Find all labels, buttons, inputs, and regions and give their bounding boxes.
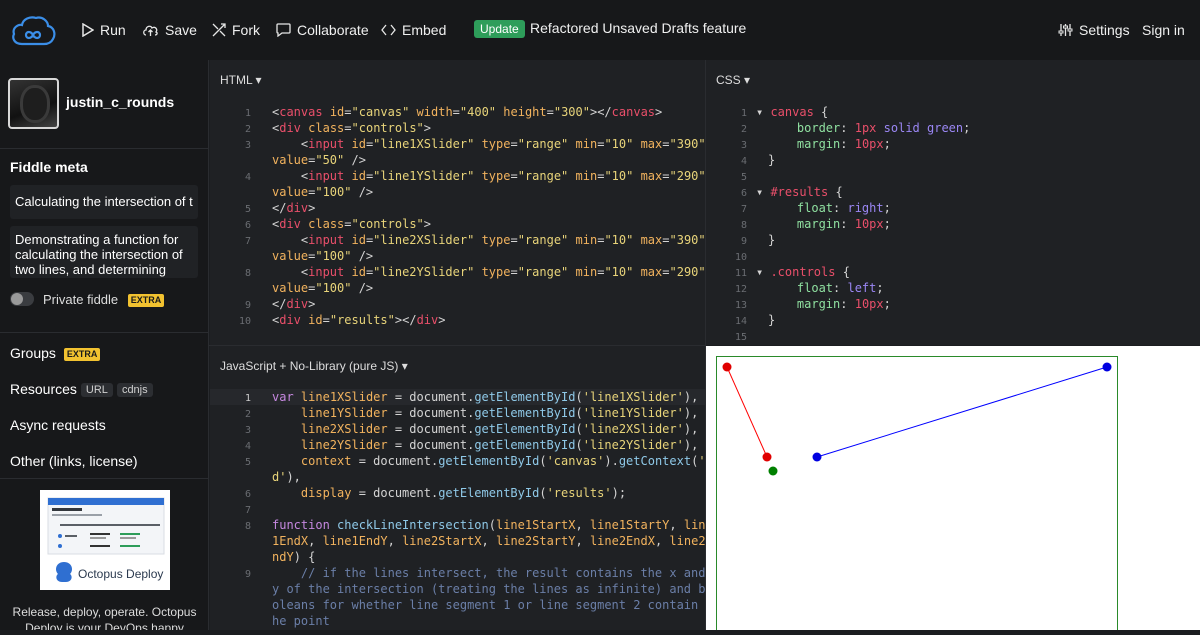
code-brackets-icon <box>381 24 396 36</box>
private-fiddle-toggle[interactable] <box>10 292 34 306</box>
html-editor[interactable]: 1 <canvas id="canvas" width="400" height=… <box>210 104 705 344</box>
css-panel-header[interactable]: CSS ▾ <box>716 73 750 87</box>
run-label: Run <box>100 22 126 38</box>
username[interactable]: justin_c_rounds <box>66 94 174 110</box>
update-announcement[interactable]: Refactored Unsaved Drafts feature <box>530 20 746 36</box>
settings-label: Settings <box>1079 22 1130 38</box>
run-button[interactable]: Run <box>82 0 126 60</box>
fork-button[interactable]: Fork <box>212 0 260 60</box>
js-panel-header[interactable]: JavaScript + No-Library (pure JS) ▾ <box>220 359 408 373</box>
avatar-face <box>23 88 47 120</box>
extra-badge: EXTRA <box>127 294 165 308</box>
fiddle-title-input[interactable]: Calculating the intersection of t <box>10 185 198 219</box>
jsfiddle-logo-icon[interactable] <box>10 14 56 48</box>
extra-badge: EXTRA <box>63 347 101 361</box>
save-label: Save <box>165 22 197 38</box>
collaborate-button[interactable]: Collaborate <box>276 0 369 60</box>
chat-bubble-icon <box>276 23 291 37</box>
ad-text-line: Deploy is your DevOps happy <box>25 621 184 630</box>
fiddle-meta-title: Fiddle meta <box>10 159 88 175</box>
ad-text-line: Release, deploy, operate. Octopus <box>12 605 197 619</box>
ad-image[interactable]: Octopus Deploy <box>40 490 170 590</box>
canvas-border <box>716 356 1118 635</box>
save-button[interactable]: Save <box>142 0 197 60</box>
async-requests-section[interactable]: Async requests <box>10 417 106 433</box>
embed-button[interactable]: Embed <box>381 0 446 60</box>
line2-start-point <box>812 452 822 462</box>
other-section[interactable]: Other (links, license) <box>10 453 138 469</box>
result-canvas[interactable] <box>706 346 1200 635</box>
panel-divider[interactable] <box>209 345 705 346</box>
collaborate-label: Collaborate <box>297 22 369 38</box>
line1-end-point <box>762 452 772 462</box>
sidebar: justin_c_rounds Fiddle meta Calculating … <box>0 60 209 630</box>
cdnjs-pill[interactable]: cdnjs <box>116 383 153 398</box>
divider <box>0 332 208 333</box>
resources-label: Resources <box>10 381 77 397</box>
divider <box>0 478 208 479</box>
line1-start-point <box>722 362 732 372</box>
sign-in-link[interactable]: Sign in <box>1142 0 1185 60</box>
embed-label: Embed <box>402 22 447 38</box>
groups-section[interactable]: Groups EXTRA <box>10 345 101 361</box>
private-fiddle-label: Private fiddle EXTRA <box>43 292 165 308</box>
css-panel: CSS ▾ 1 ▾ canvas { 2 border: 1px solid gr… <box>706 60 1200 345</box>
resources-section[interactable]: Resources URL cdnjs <box>10 381 153 398</box>
sign-in-label: Sign in <box>1142 22 1185 38</box>
sliders-icon <box>1058 24 1073 36</box>
play-icon <box>82 23 94 37</box>
private-fiddle-text: Private fiddle <box>43 292 119 307</box>
groups-label: Groups <box>10 345 56 361</box>
avatar[interactable] <box>8 78 59 129</box>
css-editor[interactable]: 1 ▾ canvas { 2 border: 1px solid green; 3… <box>706 104 1200 344</box>
fork-icon <box>212 23 226 37</box>
ad-text[interactable]: Release, deploy, operate. Octopus Deploy … <box>0 604 208 630</box>
divider <box>0 148 208 149</box>
js-panel: JavaScript + No-Library (pure JS) ▾ 1 var… <box>210 346 705 630</box>
fiddle-description-input[interactable]: Demonstrating a function for calculating… <box>10 226 198 278</box>
intersection-point <box>768 466 778 476</box>
line2-end-point <box>1102 362 1112 372</box>
html-panel-header[interactable]: HTML ▾ <box>220 73 262 87</box>
result-panel <box>706 346 1200 635</box>
js-editor[interactable]: 1 var line1XSlider = document.getElementB… <box>210 389 705 630</box>
html-panel: HTML ▾ 1 <canvas id="canvas" width="400" … <box>210 60 705 345</box>
cloud-upload-icon <box>143 25 158 36</box>
top-bar: Run Save Fork Collaborate Embed Update R… <box>0 0 1200 60</box>
fork-label: Fork <box>232 22 260 38</box>
url-pill[interactable]: URL <box>80 383 113 398</box>
update-badge: Update <box>474 20 525 38</box>
ad-brand: Octopus Deploy <box>78 567 164 581</box>
settings-button[interactable]: Settings <box>1058 0 1130 60</box>
